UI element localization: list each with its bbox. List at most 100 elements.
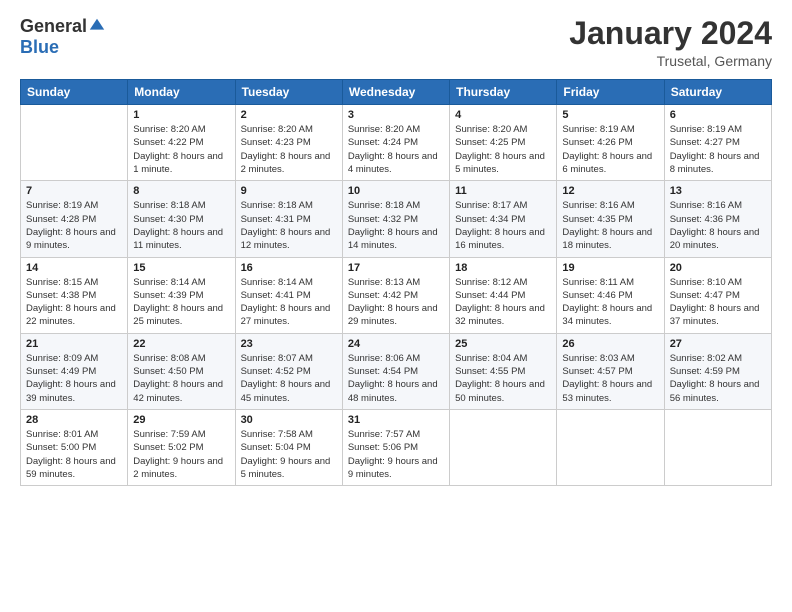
title-block: January 2024 Trusetal, Germany [569, 16, 772, 69]
day-number: 26 [562, 338, 658, 350]
day-info: Sunrise: 8:16 AMSunset: 4:36 PMDaylight:… [670, 199, 766, 252]
day-number: 24 [348, 338, 444, 350]
day-number: 4 [455, 109, 551, 121]
day-info: Sunrise: 8:16 AMSunset: 4:35 PMDaylight:… [562, 199, 658, 252]
day-info: Sunrise: 8:19 AMSunset: 4:28 PMDaylight:… [26, 199, 122, 252]
calendar-week-2: 7 Sunrise: 8:19 AMSunset: 4:28 PMDaylight… [21, 181, 772, 257]
calendar-cell: 4 Sunrise: 8:20 AMSunset: 4:25 PMDaylight… [450, 105, 557, 181]
calendar-week-5: 28 Sunrise: 8:01 AMSunset: 5:00 PMDayligh… [21, 409, 772, 485]
calendar-table: Sunday Monday Tuesday Wednesday Thursday… [20, 79, 772, 486]
calendar-cell: 11 Sunrise: 8:17 AMSunset: 4:34 PMDayligh… [450, 181, 557, 257]
logo: General Blue [20, 16, 106, 58]
calendar-cell: 6 Sunrise: 8:19 AMSunset: 4:27 PMDaylight… [664, 105, 771, 181]
day-info: Sunrise: 8:20 AMSunset: 4:23 PMDaylight:… [241, 123, 337, 176]
calendar-cell [664, 409, 771, 485]
day-number: 21 [26, 338, 122, 350]
day-number: 28 [26, 414, 122, 426]
calendar-cell: 17 Sunrise: 8:13 AMSunset: 4:42 PMDayligh… [342, 257, 449, 333]
day-info: Sunrise: 7:57 AMSunset: 5:06 PMDaylight:… [348, 428, 444, 481]
calendar-cell: 31 Sunrise: 7:57 AMSunset: 5:06 PMDayligh… [342, 409, 449, 485]
calendar-cell: 20 Sunrise: 8:10 AMSunset: 4:47 PMDayligh… [664, 257, 771, 333]
calendar-cell: 21Sunrise: 8:09 AMSunset: 4:49 PMDayligh… [21, 333, 128, 409]
day-info: Sunrise: 8:10 AMSunset: 4:47 PMDaylight:… [670, 276, 766, 329]
calendar-cell: 30 Sunrise: 7:58 AMSunset: 5:04 PMDayligh… [235, 409, 342, 485]
day-info: Sunrise: 8:03 AMSunset: 4:57 PMDaylight:… [562, 352, 658, 405]
header-saturday: Saturday [664, 80, 771, 105]
day-info: Sunrise: 7:58 AMSunset: 5:04 PMDaylight:… [241, 428, 337, 481]
calendar-cell: 27Sunrise: 8:02 AMSunset: 4:59 PMDayligh… [664, 333, 771, 409]
day-info: Sunrise: 8:04 AMSunset: 4:55 PMDaylight:… [455, 352, 551, 405]
location-subtitle: Trusetal, Germany [569, 53, 772, 69]
day-info: Sunrise: 8:18 AMSunset: 4:30 PMDaylight:… [133, 199, 229, 252]
logo-general-text: General [20, 16, 87, 37]
day-info: Sunrise: 8:17 AMSunset: 4:34 PMDaylight:… [455, 199, 551, 252]
day-info: Sunrise: 8:20 AMSunset: 4:25 PMDaylight:… [455, 123, 551, 176]
day-number: 5 [562, 109, 658, 121]
day-info: Sunrise: 8:01 AMSunset: 5:00 PMDaylight:… [26, 428, 122, 481]
calendar-cell: 2Sunrise: 8:20 AMSunset: 4:23 PMDaylight… [235, 105, 342, 181]
day-info: Sunrise: 8:08 AMSunset: 4:50 PMDaylight:… [133, 352, 229, 405]
calendar-cell [21, 105, 128, 181]
day-number: 12 [562, 185, 658, 197]
calendar-cell: 29 Sunrise: 7:59 AMSunset: 5:02 PMDayligh… [128, 409, 235, 485]
calendar-cell [450, 409, 557, 485]
day-number: 20 [670, 262, 766, 274]
calendar-cell: 16 Sunrise: 8:14 AMSunset: 4:41 PMDayligh… [235, 257, 342, 333]
calendar-cell: 28 Sunrise: 8:01 AMSunset: 5:00 PMDayligh… [21, 409, 128, 485]
calendar-cell: 10 Sunrise: 8:18 AMSunset: 4:32 PMDayligh… [342, 181, 449, 257]
calendar-cell: 7 Sunrise: 8:19 AMSunset: 4:28 PMDaylight… [21, 181, 128, 257]
day-number: 10 [348, 185, 444, 197]
header-wednesday: Wednesday [342, 80, 449, 105]
day-info: Sunrise: 8:14 AMSunset: 4:39 PMDaylight:… [133, 276, 229, 329]
day-number: 17 [348, 262, 444, 274]
day-number: 1 [133, 109, 229, 121]
header-friday: Friday [557, 80, 664, 105]
day-number: 29 [133, 414, 229, 426]
month-title: January 2024 [569, 16, 772, 51]
logo-blue-text: Blue [20, 37, 59, 58]
calendar-cell: 8 Sunrise: 8:18 AMSunset: 4:30 PMDaylight… [128, 181, 235, 257]
header: General Blue January 2024 Trusetal, Germ… [20, 16, 772, 69]
calendar-cell: 18Sunrise: 8:12 AMSunset: 4:44 PMDayligh… [450, 257, 557, 333]
day-info: Sunrise: 8:20 AMSunset: 4:24 PMDaylight:… [348, 123, 444, 176]
calendar-week-3: 14Sunrise: 8:15 AMSunset: 4:38 PMDayligh… [21, 257, 772, 333]
calendar-cell [557, 409, 664, 485]
calendar-cell: 12 Sunrise: 8:16 AMSunset: 4:35 PMDayligh… [557, 181, 664, 257]
day-number: 16 [241, 262, 337, 274]
day-info: Sunrise: 7:59 AMSunset: 5:02 PMDaylight:… [133, 428, 229, 481]
day-number: 8 [133, 185, 229, 197]
day-info: Sunrise: 8:02 AMSunset: 4:59 PMDaylight:… [670, 352, 766, 405]
header-sunday: Sunday [21, 80, 128, 105]
calendar-cell: 15 Sunrise: 8:14 AMSunset: 4:39 PMDayligh… [128, 257, 235, 333]
day-number: 3 [348, 109, 444, 121]
day-number: 31 [348, 414, 444, 426]
header-thursday: Thursday [450, 80, 557, 105]
calendar-week-4: 21Sunrise: 8:09 AMSunset: 4:49 PMDayligh… [21, 333, 772, 409]
day-info: Sunrise: 8:14 AMSunset: 4:41 PMDaylight:… [241, 276, 337, 329]
day-number: 15 [133, 262, 229, 274]
day-info: Sunrise: 8:19 AMSunset: 4:27 PMDaylight:… [670, 123, 766, 176]
day-number: 6 [670, 109, 766, 121]
day-number: 7 [26, 185, 122, 197]
day-info: Sunrise: 8:06 AMSunset: 4:54 PMDaylight:… [348, 352, 444, 405]
day-number: 30 [241, 414, 337, 426]
day-number: 25 [455, 338, 551, 350]
calendar-week-1: 1 Sunrise: 8:20 AMSunset: 4:22 PMDaylight… [21, 105, 772, 181]
day-info: Sunrise: 8:07 AMSunset: 4:52 PMDaylight:… [241, 352, 337, 405]
calendar-cell: 5 Sunrise: 8:19 AMSunset: 4:26 PMDaylight… [557, 105, 664, 181]
day-info: Sunrise: 8:20 AMSunset: 4:22 PMDaylight:… [133, 123, 229, 176]
header-tuesday: Tuesday [235, 80, 342, 105]
calendar-cell: 3 Sunrise: 8:20 AMSunset: 4:24 PMDaylight… [342, 105, 449, 181]
day-info: Sunrise: 8:18 AMSunset: 4:32 PMDaylight:… [348, 199, 444, 252]
day-info: Sunrise: 8:13 AMSunset: 4:42 PMDaylight:… [348, 276, 444, 329]
day-info: Sunrise: 8:19 AMSunset: 4:26 PMDaylight:… [562, 123, 658, 176]
calendar-cell: 9Sunrise: 8:18 AMSunset: 4:31 PMDaylight… [235, 181, 342, 257]
day-info: Sunrise: 8:18 AMSunset: 4:31 PMDaylight:… [241, 199, 337, 252]
day-number: 11 [455, 185, 551, 197]
calendar-cell: 19Sunrise: 8:11 AMSunset: 4:46 PMDayligh… [557, 257, 664, 333]
calendar-cell: 26 Sunrise: 8:03 AMSunset: 4:57 PMDayligh… [557, 333, 664, 409]
day-number: 22 [133, 338, 229, 350]
calendar-cell: 25 Sunrise: 8:04 AMSunset: 4:55 PMDayligh… [450, 333, 557, 409]
calendar-cell: 1 Sunrise: 8:20 AMSunset: 4:22 PMDaylight… [128, 105, 235, 181]
day-number: 14 [26, 262, 122, 274]
